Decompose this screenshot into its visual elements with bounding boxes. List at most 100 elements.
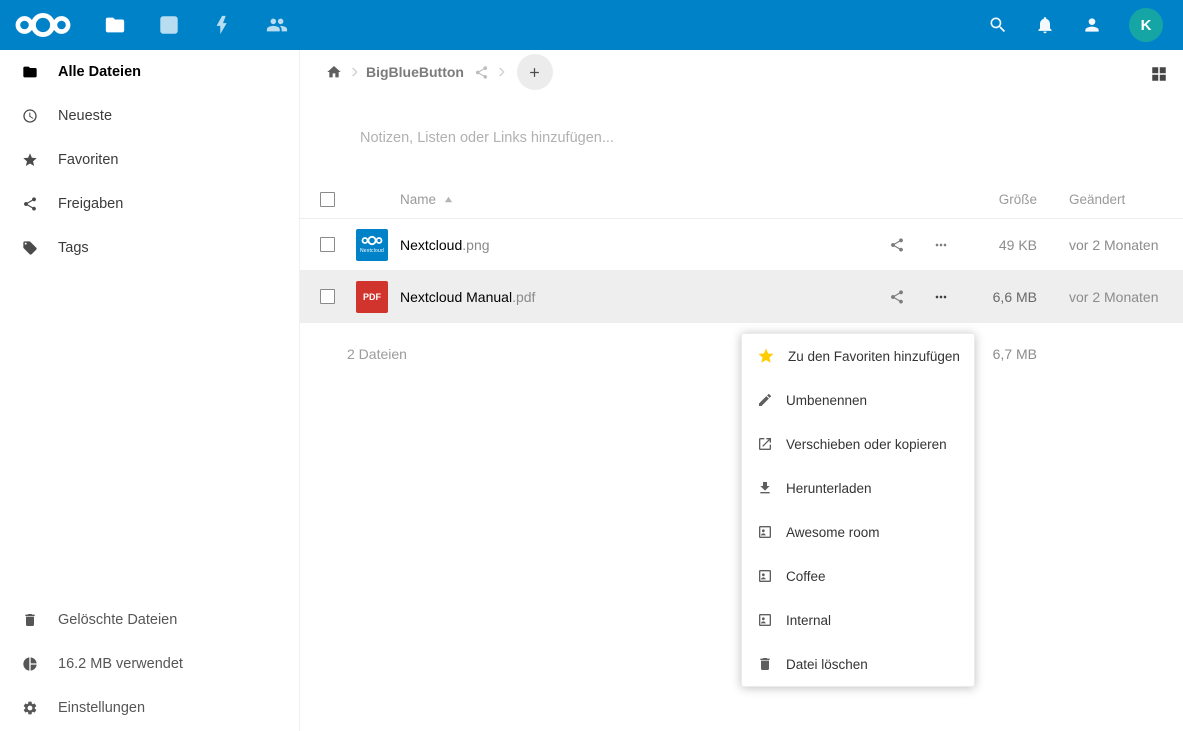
- chevron-right-icon: [493, 64, 509, 80]
- quota-icon: [22, 656, 38, 672]
- select-all-cell: [300, 192, 356, 207]
- file-list-header: Name Größe Geändert: [300, 181, 1183, 219]
- modified-column-header[interactable]: Geändert: [1069, 192, 1183, 207]
- sidebar-item-label: Neueste: [58, 108, 112, 124]
- room-icon: [757, 524, 773, 540]
- grid-view-icon: [1150, 65, 1168, 83]
- table-row[interactable]: PDF Nextcloud Manual.pdf: [300, 271, 1183, 323]
- folder-icon: [22, 64, 38, 80]
- top-bar: K: [0, 0, 1183, 50]
- activity-icon: [212, 14, 234, 36]
- search-button[interactable]: [988, 15, 1008, 35]
- user-avatar[interactable]: K: [1129, 8, 1163, 42]
- menu-item-download[interactable]: Herunterladen: [742, 466, 974, 510]
- menu-item-delete-file[interactable]: Datei löschen: [742, 642, 974, 686]
- download-icon: [757, 480, 773, 496]
- more-dots-icon: [933, 289, 949, 305]
- bell-icon: [1035, 15, 1055, 35]
- contacts-app-button[interactable]: [250, 0, 304, 50]
- size-column-header[interactable]: Größe: [963, 192, 1037, 207]
- file-name-link[interactable]: Nextcloud.png: [400, 237, 875, 253]
- menu-item-move-or-copy[interactable]: Verschieben oder kopieren: [742, 422, 974, 466]
- sidebar-item-favorites[interactable]: Favoriten: [0, 138, 299, 182]
- sidebar-item-label: Favoriten: [58, 152, 118, 168]
- row-checkbox[interactable]: [320, 237, 335, 252]
- menu-item-internal[interactable]: Internal: [742, 598, 974, 642]
- clock-icon: [22, 108, 38, 124]
- menu-item-awesome-room[interactable]: Awesome room: [742, 510, 974, 554]
- share-icon: [22, 196, 38, 212]
- share-file-button[interactable]: [883, 283, 911, 311]
- room-icon: [757, 612, 773, 628]
- breadcrumb-folder[interactable]: BigBlueButton: [366, 64, 464, 80]
- share-icon: [474, 65, 489, 80]
- file-thumbnail-image: Nextcloud: [356, 229, 388, 261]
- sidebar-item-label: Freigaben: [58, 196, 123, 212]
- grid-view-toggle[interactable]: [1148, 63, 1170, 85]
- nextcloud-logo-icon: [361, 235, 383, 246]
- file-actions-menu: Zu den Favoriten hinzufügen Umbenennen V…: [741, 333, 975, 687]
- file-actions-button[interactable]: [927, 283, 955, 311]
- nextcloud-logo[interactable]: [14, 11, 72, 39]
- sidebar-item-label: Tags: [58, 240, 89, 256]
- search-icon: [988, 15, 1008, 35]
- file-actions-button[interactable]: [927, 231, 955, 259]
- sidebar-item-deleted-files[interactable]: Gelöschte Dateien: [0, 598, 299, 642]
- contacts-icon: [266, 14, 288, 36]
- table-row[interactable]: Nextcloud Nextcloud.png: [300, 219, 1183, 271]
- file-size: 49 KB: [963, 237, 1037, 253]
- row-checkbox[interactable]: [320, 289, 335, 304]
- file-name-link[interactable]: Nextcloud Manual.pdf: [400, 289, 875, 305]
- share-folder-button[interactable]: [470, 61, 493, 84]
- sidebar-item-label: Gelöschte Dateien: [58, 612, 177, 628]
- sidebar-item-quota[interactable]: 16.2 MB verwendet: [0, 642, 299, 686]
- menu-item-add-to-favorites[interactable]: Zu den Favoriten hinzufügen: [742, 334, 974, 378]
- share-icon: [889, 237, 905, 253]
- sidebar-item-settings[interactable]: Einstellungen: [0, 686, 299, 730]
- menu-item-rename[interactable]: Umbenennen: [742, 378, 974, 422]
- move-icon: [757, 436, 773, 452]
- tag-icon: [22, 240, 38, 256]
- room-icon: [757, 568, 773, 584]
- sidebar-footer: Gelöschte Dateien 16.2 MB verwendet Eins…: [0, 598, 299, 730]
- avatar-initial: K: [1141, 17, 1152, 34]
- favorite-star-icon: [757, 347, 775, 365]
- name-column-header[interactable]: Name: [400, 192, 875, 207]
- select-all-checkbox[interactable]: [320, 192, 335, 207]
- thumbnail-label: Nextcloud: [360, 248, 384, 254]
- menu-item-coffee[interactable]: Coffee: [742, 554, 974, 598]
- sidebar-item-shares[interactable]: Freigaben: [0, 182, 299, 226]
- photos-icon: [158, 14, 180, 36]
- sidebar-item-label: Einstellungen: [58, 700, 145, 716]
- share-icon: [889, 289, 905, 305]
- home-button[interactable]: [322, 60, 346, 84]
- thumbnail-label: PDF: [363, 292, 381, 302]
- sidebar-item-label: Alle Dateien: [58, 64, 141, 80]
- nextcloud-logo-icon: [14, 11, 72, 39]
- files-app-button[interactable]: [88, 0, 142, 50]
- notes-workspace-input[interactable]: Notizen, Listen oder Links hinzufügen...: [360, 130, 1183, 146]
- sidebar-item-all-files[interactable]: Alle Dateien: [0, 50, 299, 94]
- contacts-menu-button[interactable]: [1082, 15, 1102, 35]
- file-modified: vor 2 Monaten: [1069, 289, 1183, 305]
- sidebar-item-tags[interactable]: Tags: [0, 226, 299, 270]
- notifications-button[interactable]: [1035, 15, 1055, 35]
- trash-icon: [22, 612, 38, 628]
- file-modified: vor 2 Monaten: [1069, 237, 1183, 253]
- sidebar-item-recent[interactable]: Neueste: [0, 94, 299, 138]
- activity-app-button[interactable]: [196, 0, 250, 50]
- file-thumbnail-pdf: PDF: [356, 281, 388, 313]
- photos-app-button[interactable]: [142, 0, 196, 50]
- person-icon: [1082, 15, 1102, 35]
- share-file-button[interactable]: [883, 231, 911, 259]
- more-dots-icon: [933, 237, 949, 253]
- settings-icon: [22, 700, 38, 716]
- breadcrumb: BigBlueButton: [300, 50, 1183, 94]
- pencil-icon: [757, 392, 773, 408]
- chevron-right-icon: [346, 64, 362, 80]
- home-icon: [326, 64, 342, 80]
- files-sidebar: Alle Dateien Neueste Favoriten Freigaben…: [0, 50, 300, 731]
- new-file-button[interactable]: [517, 54, 553, 90]
- file-size: 6,6 MB: [963, 289, 1037, 305]
- trash-icon: [757, 656, 773, 672]
